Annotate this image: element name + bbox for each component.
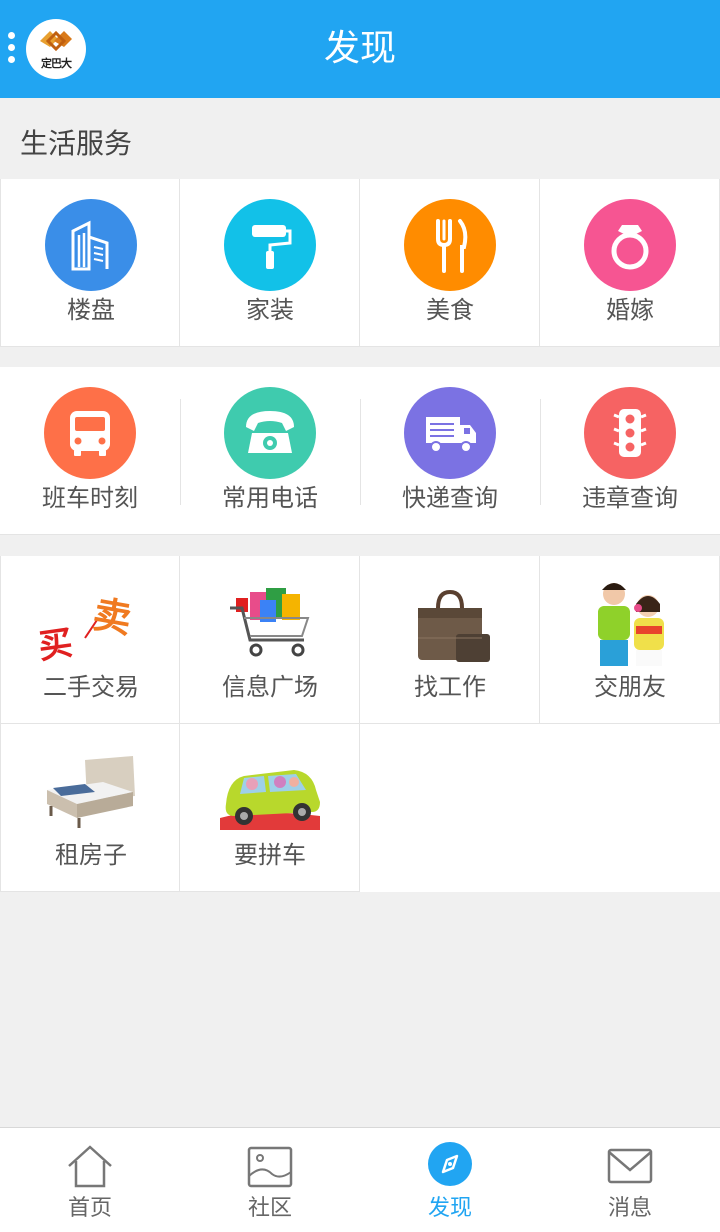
service-decoration[interactable]: 家装 [180, 179, 360, 347]
bus-icon [44, 387, 136, 479]
service-label: 班车时刻 [42, 484, 138, 512]
service-bus-schedule[interactable]: 班车时刻 [0, 367, 180, 535]
service-label: 常用电话 [222, 484, 318, 512]
service-label: 要拼车 [234, 841, 306, 869]
nav-discover[interactable]: 发现 [360, 1128, 540, 1232]
telephone-icon [224, 387, 316, 479]
empty-cell-area [360, 724, 720, 892]
service-rent-house[interactable]: 租房子 [0, 724, 180, 892]
service-phone[interactable]: 常用电话 [180, 367, 360, 535]
service-express[interactable]: 快递查询 [360, 367, 540, 535]
mail-icon [606, 1142, 654, 1190]
service-label: 交朋友 [594, 673, 666, 701]
service-label: 家装 [246, 296, 294, 324]
carpool-image [216, 746, 324, 834]
service-label: 美食 [426, 296, 474, 324]
buy-text: 买 [37, 623, 75, 666]
nav-label: 首页 [67, 1196, 112, 1221]
service-carpool[interactable]: 要拼车 [180, 724, 360, 892]
home-icon [66, 1142, 114, 1190]
service-label: 信息广场 [222, 673, 318, 701]
service-label: 违章查询 [582, 484, 678, 512]
nav-community[interactable]: 社区 [180, 1128, 360, 1232]
buildings-icon [45, 199, 137, 291]
services-group-3: 买 卖 二手交易 信息广场 找工作 交朋友 租房子 要拼车 [0, 556, 720, 892]
service-friends[interactable]: 交朋友 [540, 556, 720, 724]
image-icon [246, 1142, 294, 1190]
service-buildings[interactable]: 楼盘 [0, 179, 180, 347]
friends-image [576, 578, 684, 666]
shopping-cart-image [216, 578, 324, 666]
service-second-hand[interactable]: 买 卖 二手交易 [0, 556, 180, 724]
delivery-truck-icon [404, 387, 496, 479]
service-label: 快递查询 [402, 484, 498, 512]
section-title: 生活服务 [20, 127, 133, 160]
service-label: 楼盘 [67, 296, 115, 324]
service-food[interactable]: 美食 [360, 179, 540, 347]
compass-icon [426, 1142, 474, 1190]
buy-sell-image: 买 卖 [37, 578, 145, 666]
services-group-2: 班车时刻 常用电话 快递查询 违章查询 [0, 367, 720, 535]
sell-text: 卖 [90, 592, 135, 642]
traffic-light-icon [584, 387, 676, 479]
nav-label: 发现 [427, 1196, 472, 1221]
nav-label: 社区 [247, 1196, 292, 1221]
service-label: 租房子 [55, 841, 127, 869]
ring-icon [584, 199, 676, 291]
nav-label: 消息 [607, 1196, 652, 1221]
nav-home[interactable]: 首页 [0, 1128, 180, 1232]
paint-roller-icon [224, 199, 316, 291]
service-label: 二手交易 [43, 673, 139, 701]
page-title: 发现 [323, 28, 396, 69]
service-violation[interactable]: 违章查询 [540, 367, 720, 535]
nav-messages[interactable]: 消息 [540, 1128, 720, 1232]
briefcase-image [396, 578, 504, 666]
fork-knife-icon [404, 199, 496, 291]
bed-image [37, 746, 145, 834]
service-info-square[interactable]: 信息广场 [180, 556, 360, 724]
top-bar: 定巴大 发现 [0, 0, 720, 98]
service-jobs[interactable]: 找工作 [360, 556, 540, 724]
service-label: 婚嫁 [606, 296, 654, 324]
service-label: 找工作 [414, 673, 486, 701]
service-wedding[interactable]: 婚嫁 [540, 179, 720, 347]
services-group-1: 楼盘 家装 美食 婚嫁 [0, 179, 720, 347]
bottom-navigation: 首页 社区 发现 消息 [0, 1127, 720, 1232]
